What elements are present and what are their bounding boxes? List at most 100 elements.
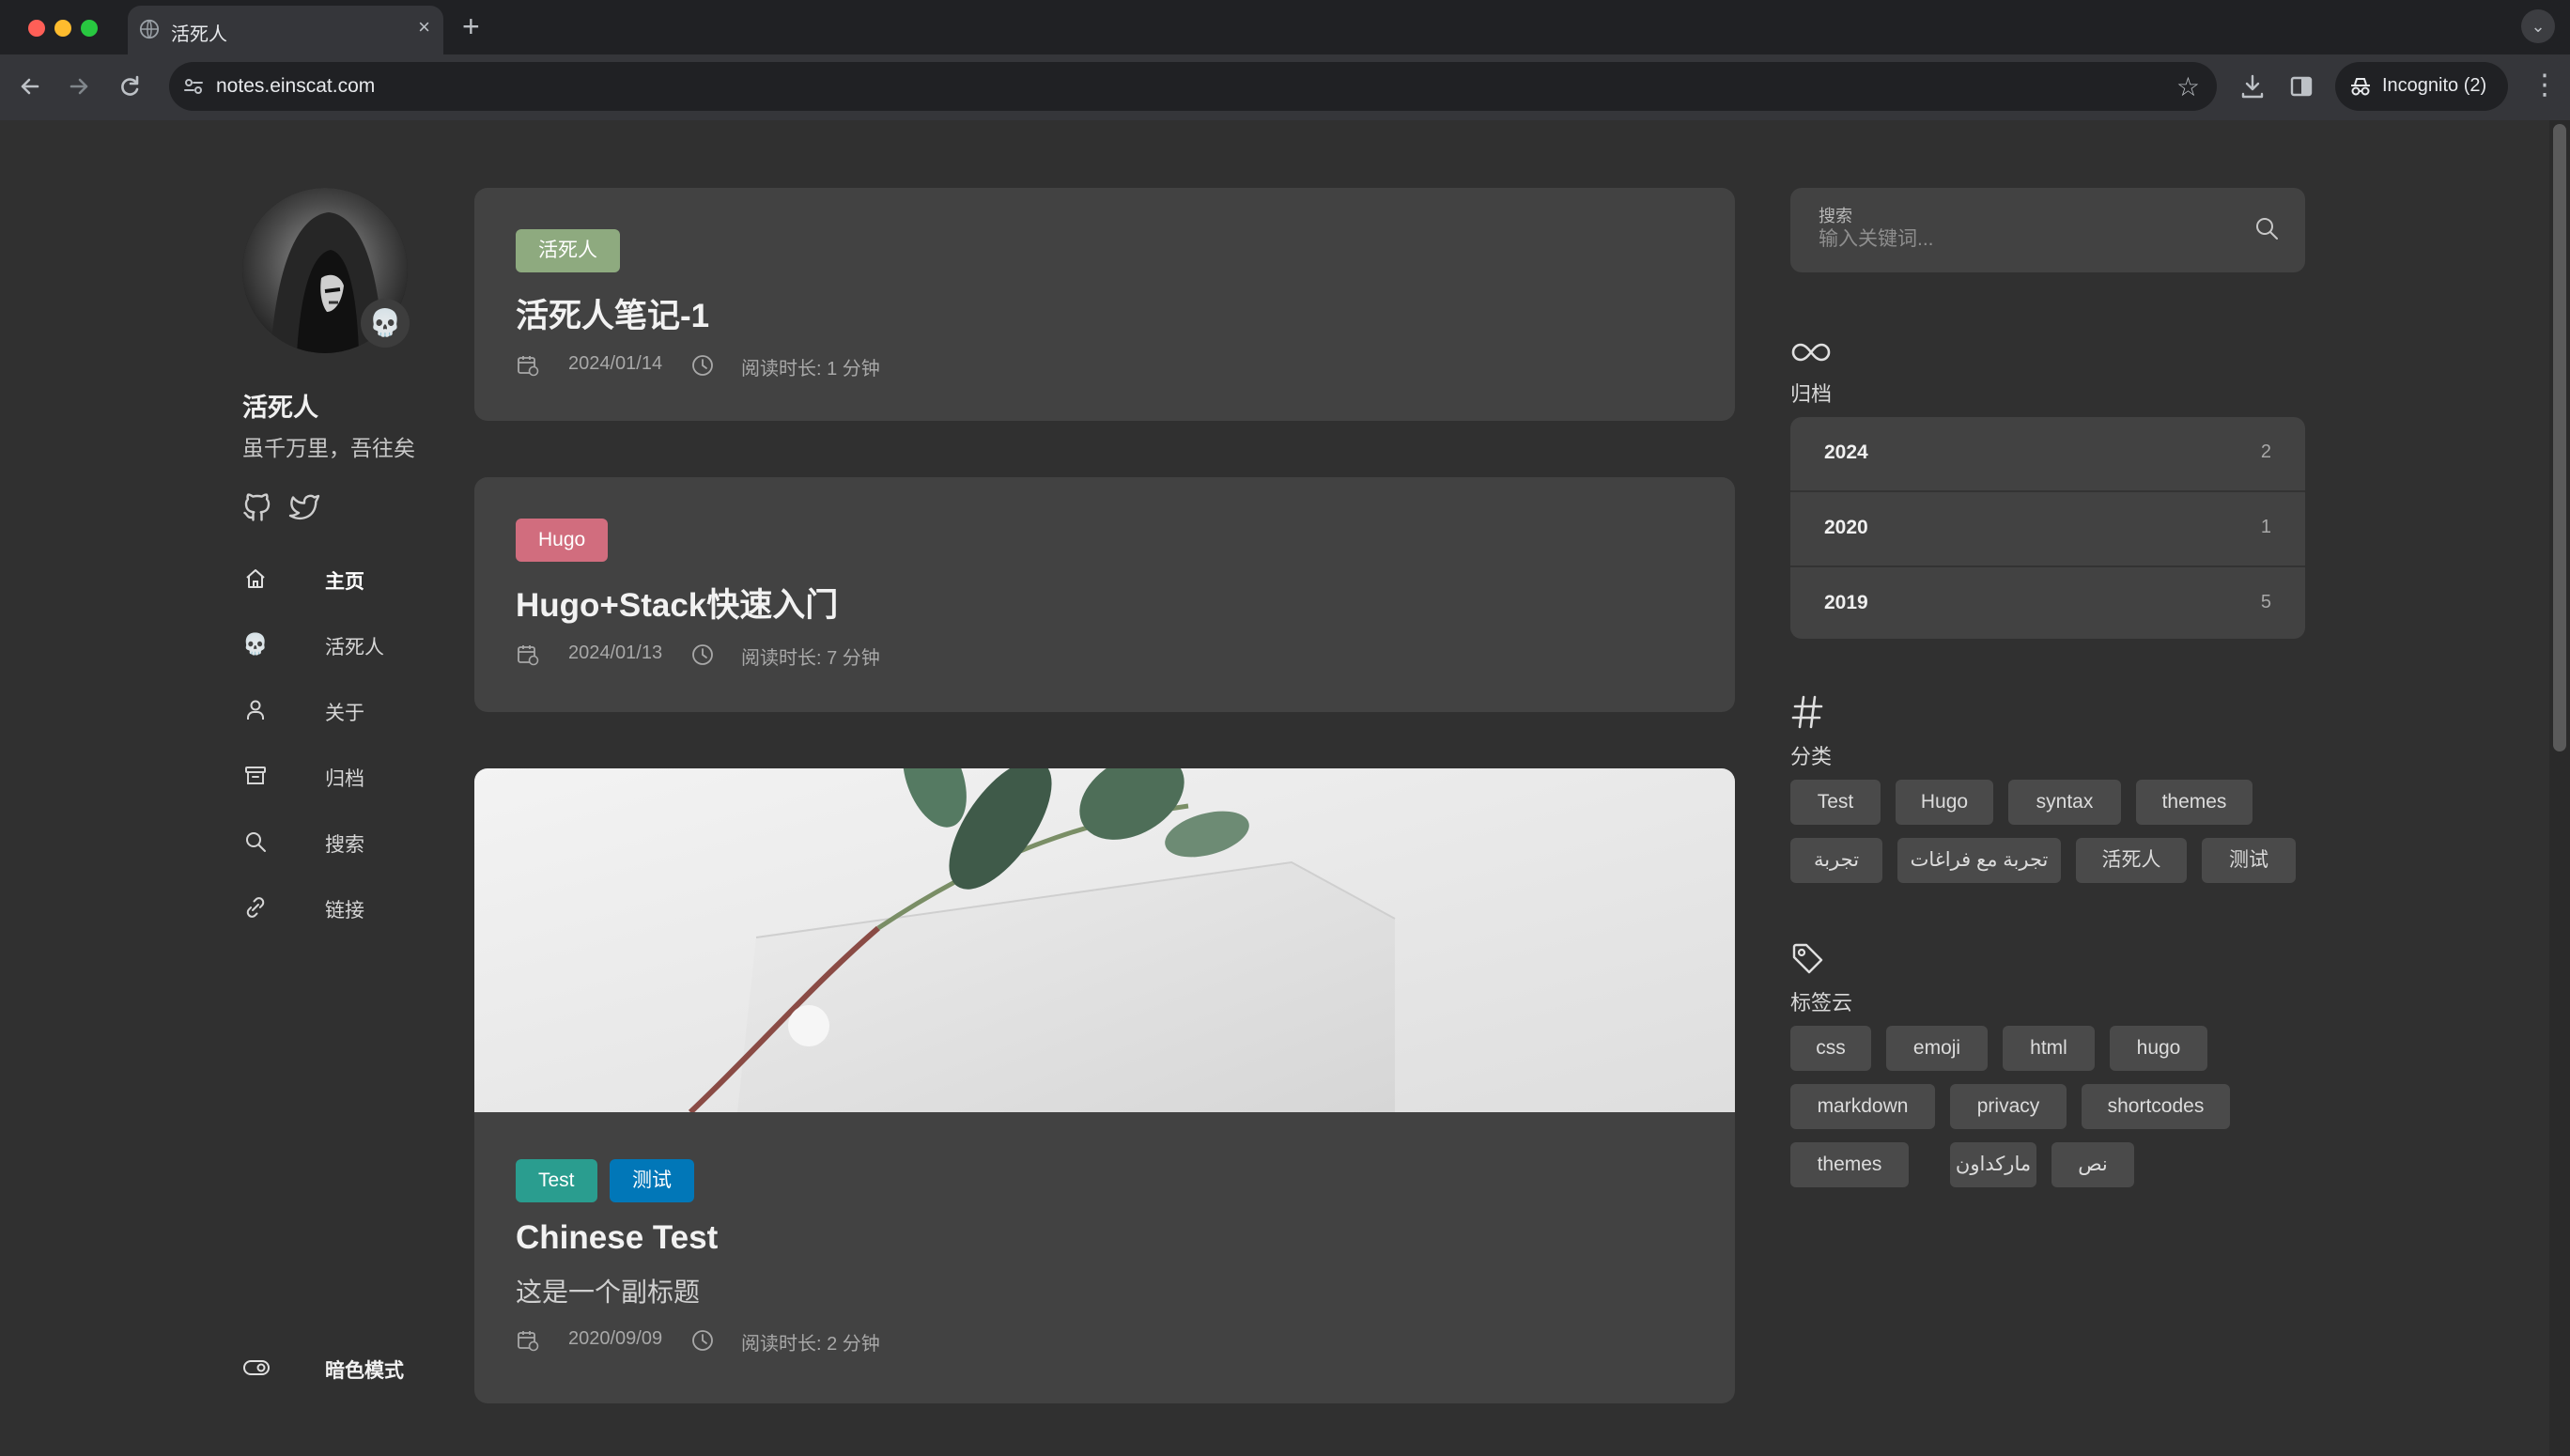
search-widget[interactable]: 搜索 (1790, 188, 2305, 272)
tag-cloud-item[interactable]: markdown (1790, 1084, 1935, 1129)
category-tag[interactable]: 测试 (2202, 838, 2296, 883)
archive-row[interactable]: 2019 5 (1790, 567, 2305, 639)
article-cover-image[interactable] (474, 768, 1735, 1112)
category-tag[interactable]: Hugo (1896, 780, 1993, 825)
article-meta: 2024/01/13 阅读时长: 7 分钟 (516, 641, 985, 669)
archive-count: 5 (2260, 592, 2271, 612)
close-window-button[interactable] (28, 20, 45, 37)
site-description: 虽千万里，吾往矣 (242, 436, 415, 460)
tag-cloud-item[interactable]: html (2003, 1026, 2095, 1071)
bookmark-star-icon[interactable]: ☆ (2176, 71, 2200, 102)
archive-row[interactable]: 2020 1 (1790, 492, 2305, 565)
menu-item-label: 主页 (325, 571, 364, 593)
tag-cloud-item[interactable]: privacy (1950, 1084, 2067, 1129)
category-tag[interactable]: 活死人 (2076, 838, 2187, 883)
incognito-label: Incognito (2) (2382, 75, 2487, 96)
menu-item-label: 链接 (325, 900, 364, 922)
toggle-icon (243, 1360, 270, 1375)
tag-cloud-item[interactable]: ماركداون (1950, 1142, 2036, 1187)
menu-item-links[interactable]: 链接 (242, 889, 468, 926)
category-chip[interactable]: 测试 (610, 1159, 694, 1202)
tag-cloud-item[interactable]: themes (1790, 1142, 1909, 1187)
browser-tab[interactable]: 活死人 × (128, 6, 443, 54)
tab-search-chevron-icon[interactable]: ⌄ (2521, 9, 2555, 43)
categories-title: 分类 (1790, 745, 1833, 768)
browser-tab-strip: 活死人 × + ⌄ (0, 0, 2570, 54)
page-viewport: 💀 活死人 虽千万里，吾往矣 主页 💀 活死人 关于 归档 搜索 链接 暗色模式… (0, 120, 2570, 1456)
incognito-icon (2351, 78, 2370, 96)
reading-time: 阅读时长: 7 分钟 (741, 648, 880, 669)
menu-item-archives[interactable]: 归档 (242, 757, 468, 795)
archives-title: 归档 (1790, 382, 1833, 406)
search-icon[interactable] (2253, 214, 2281, 242)
calendar-time-icon (518, 356, 539, 377)
category-chip[interactable]: Hugo (516, 519, 609, 562)
menu-item-label: 关于 (325, 703, 364, 724)
tag-cloud-item[interactable]: hugo (2110, 1026, 2207, 1071)
tag-cloud-title: 标签云 (1790, 991, 1853, 1015)
category-tag[interactable]: syntax (2008, 780, 2121, 825)
archive-count: 1 (2260, 517, 2271, 537)
archive-row[interactable]: 2024 2 (1790, 417, 2305, 490)
article-title[interactable]: Chinese Test (516, 1219, 718, 1257)
avatar-emoji-badge: 💀 (361, 299, 410, 348)
twitter-icon[interactable] (287, 490, 321, 524)
archive-count: 2 (2260, 441, 2271, 462)
category-chip[interactable]: Test (516, 1159, 597, 1202)
category-tag[interactable]: تجربة (1790, 838, 1882, 883)
side-panel-icon[interactable] (2284, 70, 2318, 103)
menu-item-home[interactable]: 主页 (242, 560, 468, 597)
menu-item-about[interactable]: 关于 (242, 691, 468, 729)
archives-list: 2024 2 2020 1 2019 5 (1790, 417, 2305, 639)
infinity-icon (1791, 343, 1831, 362)
address-bar[interactable]: notes.einscat.com ☆ (169, 62, 2217, 111)
article-card[interactable]: 活死人 活死人笔记-1 2024/01/14 阅读时长: 1 分钟 (474, 188, 1735, 421)
maximize-window-button[interactable] (81, 20, 98, 37)
github-icon[interactable] (240, 490, 274, 524)
minimize-window-button[interactable] (54, 20, 71, 37)
tag-cloud-item[interactable]: css (1790, 1026, 1871, 1071)
article-meta: 2024/01/14 阅读时长: 1 分钟 (516, 351, 985, 379)
tab-title: 活死人 (171, 24, 227, 45)
article-title[interactable]: 活死人笔记-1 (516, 289, 709, 337)
archive-year: 2024 (1824, 441, 1868, 463)
new-tab-button[interactable]: + (462, 8, 480, 45)
category-tag[interactable]: themes (2136, 780, 2253, 825)
download-icon[interactable] (2236, 70, 2269, 103)
forward-arrow-icon[interactable] (62, 70, 96, 103)
menu-item-search[interactable]: 搜索 (242, 823, 468, 860)
back-arrow-icon[interactable] (13, 70, 47, 103)
reading-time: 阅读时长: 1 分钟 (741, 359, 880, 379)
menu-item-huosiren[interactable]: 💀 活死人 (242, 626, 468, 663)
tag-icon (1792, 943, 1823, 974)
site-name: 活死人 (242, 394, 318, 422)
reload-icon[interactable] (113, 70, 147, 103)
archive-year: 2019 (1824, 592, 1868, 613)
url-text[interactable]: notes.einscat.com (216, 75, 375, 98)
category-chip[interactable]: 活死人 (516, 229, 620, 272)
menu-item-label: 搜索 (325, 834, 364, 856)
search-input[interactable] (1819, 225, 2232, 254)
calendar-time-icon (518, 1331, 539, 1352)
dark-mode-toggle[interactable]: 暗色模式 (242, 1349, 468, 1386)
scrollbar-thumb[interactable] (2553, 124, 2566, 751)
page-scrollbar[interactable] (2549, 120, 2570, 1456)
tag-cloud-item[interactable]: نص (2051, 1142, 2134, 1187)
tag-cloud-item[interactable]: emoji (1886, 1026, 1988, 1071)
article-card[interactable]: Hugo Hugo+Stack快速入门 2024/01/13 阅读时长: 7 分… (474, 477, 1735, 712)
incognito-button[interactable]: Incognito (2) (2335, 62, 2508, 111)
article-card[interactable]: Test 测试 Chinese Test 这是一个副标题 2020/09/09 … (474, 768, 1735, 1403)
category-tag[interactable]: تجربة مع فراغات (1897, 838, 2061, 883)
globe-icon (139, 19, 160, 39)
category-tag[interactable]: Test (1790, 780, 1881, 825)
search-icon (246, 832, 266, 852)
tab-close-icon[interactable]: × (418, 15, 430, 39)
site-settings-icon[interactable] (182, 75, 205, 98)
home-icon (246, 569, 265, 588)
clock-icon (692, 644, 713, 665)
article-title[interactable]: Hugo+Stack快速入门 (516, 579, 838, 627)
browser-menu-icon[interactable]: ⋮ (2531, 70, 2559, 103)
menu-item-label: 活死人 (325, 637, 384, 658)
calendar-time-icon (518, 645, 539, 666)
tag-cloud-item[interactable]: shortcodes (2082, 1084, 2230, 1129)
